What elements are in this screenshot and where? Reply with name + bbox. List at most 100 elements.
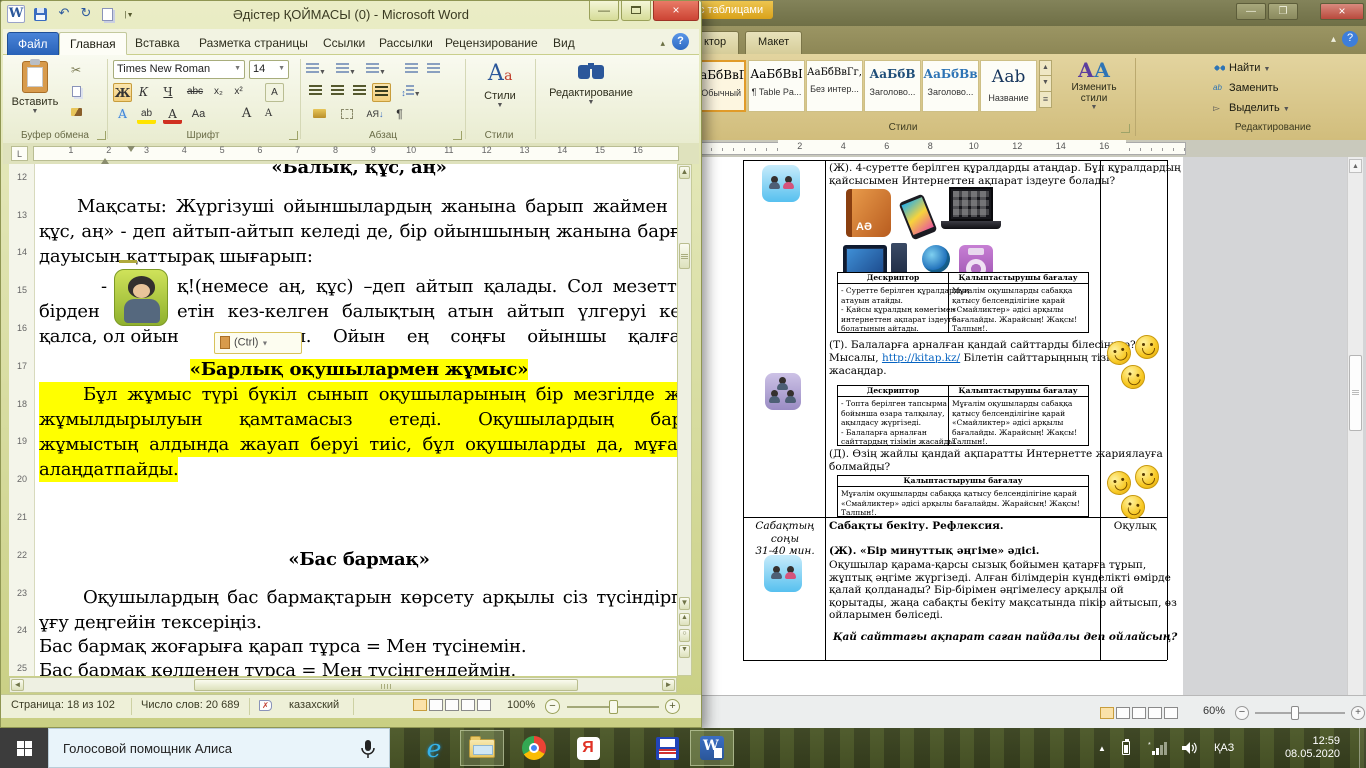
find-button[interactable]: Найти ▼ <box>1213 62 1343 80</box>
phonetic-guide-button[interactable]: А <box>265 83 284 102</box>
style-title[interactable]: АabНазвание <box>980 60 1037 112</box>
close-button[interactable]: × <box>653 1 699 21</box>
zoom-slider-thumb[interactable] <box>1291 706 1299 720</box>
tab-mailings[interactable]: Рассылки <box>369 32 443 55</box>
justify-button[interactable] <box>372 83 391 102</box>
paste-qat-icon[interactable] <box>97 5 117 25</box>
tab-file[interactable]: Файл <box>7 32 59 55</box>
next-page-icon[interactable]: ▼ <box>679 645 690 658</box>
increase-indent-button[interactable] <box>424 61 443 80</box>
subscript-button[interactable]: x₂ <box>209 83 228 102</box>
multilevel-list-button[interactable]: ▼ <box>366 61 386 80</box>
change-case-button[interactable]: Аа <box>189 105 208 124</box>
fullscreen-view-icon[interactable] <box>429 699 443 711</box>
scroll-up-icon[interactable]: ▲ <box>1349 159 1362 173</box>
taskbar-explorer[interactable] <box>460 730 504 766</box>
back-close-button[interactable]: × <box>1320 3 1364 20</box>
shrink-font-button[interactable]: А <box>259 105 278 124</box>
first-line-indent-marker[interactable] <box>127 146 135 156</box>
superscript-button[interactable]: x² <box>229 83 248 102</box>
network-signal-icon[interactable]: * <box>1148 728 1167 768</box>
show-marks-button[interactable]: ¶ <box>390 105 409 124</box>
styles-button[interactable]: Аа Стили ▼ <box>471 61 529 127</box>
scroll-left-icon[interactable]: ◄ <box>11 679 24 691</box>
italic-button[interactable]: К <box>134 83 153 102</box>
zoom-out-button[interactable]: − <box>545 699 560 714</box>
font-color-button[interactable]: А <box>163 105 182 124</box>
back-view-buttons[interactable] <box>1100 704 1180 722</box>
scroll-down-icon[interactable]: ▼ <box>679 597 690 610</box>
borders-button[interactable] <box>334 105 360 124</box>
tab-review[interactable]: Рецензирование <box>435 32 548 55</box>
web-layout-icon[interactable] <box>445 699 459 711</box>
volume-icon[interactable] <box>1182 728 1198 768</box>
back-vertical-scrollbar[interactable]: ▲ <box>1347 157 1363 695</box>
taskbar-yandex[interactable]: Я <box>566 730 610 766</box>
word-window-front[interactable]: W ↶ ↻ |▼ Әдістер ҚОЙМАСЫ (0) - Microsoft… <box>0 0 702 728</box>
undo-icon[interactable]: ↶ <box>53 5 75 25</box>
scroll-up-icon[interactable]: ▲ <box>679 166 690 179</box>
align-left-button[interactable] <box>306 83 325 102</box>
scroll-right-icon[interactable]: ► <box>662 679 675 691</box>
underline-button[interactable]: Ч <box>155 83 181 102</box>
style-no-spacing[interactable]: АаБбВвГг,Без интер... <box>806 60 863 112</box>
copy-icon[interactable] <box>65 82 87 101</box>
gallery-more-icon[interactable]: ≡ <box>1039 92 1052 108</box>
zoom-slider-thumb[interactable] <box>609 700 618 714</box>
tab-page-layout[interactable]: Разметка страницы <box>189 32 318 55</box>
front-zoom-level[interactable]: 100% <box>507 699 535 711</box>
collapse-ribbon-icon[interactable]: ▴ <box>660 38 665 49</box>
tab-home[interactable]: Главная <box>59 32 127 55</box>
style-table-para[interactable]: АаБбВвІ¶ Table Pa... <box>748 60 805 112</box>
highlight-color-button[interactable]: ab <box>137 105 156 124</box>
language-indicator[interactable]: казахский <box>289 699 339 711</box>
numbering-button[interactable]: ▼ <box>336 61 356 80</box>
zoom-slider-track[interactable] <box>1255 712 1345 714</box>
strikethrough-button[interactable]: abc <box>183 83 207 102</box>
word-window-back[interactable]: с таблицами — ❐ × ктор Макет ▴ ? АаБбВвГ… <box>683 0 1366 730</box>
style-heading1[interactable]: АаБбВЗаголово... <box>864 60 921 112</box>
bullets-button[interactable]: ▼ <box>306 61 326 80</box>
clipboard-dialog-launcher[interactable] <box>97 131 106 140</box>
maximize-button[interactable] <box>621 1 651 21</box>
cut-icon[interactable]: ✂ <box>65 61 87 80</box>
align-right-button[interactable] <box>350 83 369 102</box>
back-title-bar[interactable]: с таблицами — ❐ × <box>683 0 1366 26</box>
gallery-down-icon[interactable]: ▼ <box>1039 76 1052 92</box>
front-view-buttons[interactable] <box>413 699 493 711</box>
zoom-out-button[interactable]: − <box>1235 706 1249 720</box>
microphone-icon[interactable] <box>361 739 375 759</box>
styles-gallery-scroll[interactable]: ▲ ▼ ≡ <box>1039 60 1052 112</box>
tab-selector[interactable]: L <box>11 146 28 161</box>
text-effects-button[interactable]: А <box>113 105 132 124</box>
front-document-page[interactable]: 1213141516171819202122232425 «Балық, құс… <box>9 164 677 676</box>
change-styles-button[interactable]: АА Изменить стили ▼ <box>1061 58 1127 118</box>
outline-view-icon[interactable] <box>461 699 475 711</box>
front-vertical-scrollbar[interactable]: ▲ ▼ ▲ ○ ▼ <box>677 164 692 676</box>
font-name-combo[interactable]: Times New Roman▼ <box>113 60 245 79</box>
taskbar-word[interactable]: W <box>690 730 734 766</box>
font-size-combo[interactable]: 14▼ <box>249 60 289 79</box>
tab-maket[interactable]: Макет <box>745 31 802 54</box>
shading-button[interactable] <box>306 105 332 124</box>
draft-view-icon[interactable] <box>477 699 491 711</box>
front-title-bar[interactable]: W ↶ ↻ |▼ Әдістер ҚОЙМАСЫ (0) - Microsoft… <box>1 1 701 29</box>
front-vertical-ruler[interactable]: 1213141516171819202122232425 <box>9 164 35 676</box>
previous-page-icon[interactable]: ▲ <box>679 613 690 626</box>
print-layout-icon[interactable] <box>413 699 427 711</box>
grow-font-button[interactable]: А <box>237 105 256 124</box>
taskbar-floppy-app[interactable] <box>645 730 689 766</box>
decrease-indent-button[interactable] <box>402 61 421 80</box>
draft-view-icon[interactable] <box>1164 707 1178 719</box>
back-zoom-level[interactable]: 60% <box>1203 705 1225 717</box>
zoom-in-button[interactable]: + <box>1351 706 1365 720</box>
replace-button[interactable]: abЗаменить <box>1213 82 1343 100</box>
kitap-link[interactable]: http://kitap.kz/ <box>882 352 960 364</box>
taskbar-ie[interactable]: e <box>412 730 456 766</box>
minimize-button[interactable]: — <box>589 1 619 21</box>
paste-button[interactable]: Вставить ▼ <box>9 59 61 131</box>
collapse-ribbon-icon[interactable]: ▴ <box>1331 34 1336 45</box>
taskbar-chrome[interactable] <box>512 730 556 766</box>
tab-view[interactable]: Вид <box>543 32 585 55</box>
scroll-thumb[interactable] <box>679 243 690 269</box>
